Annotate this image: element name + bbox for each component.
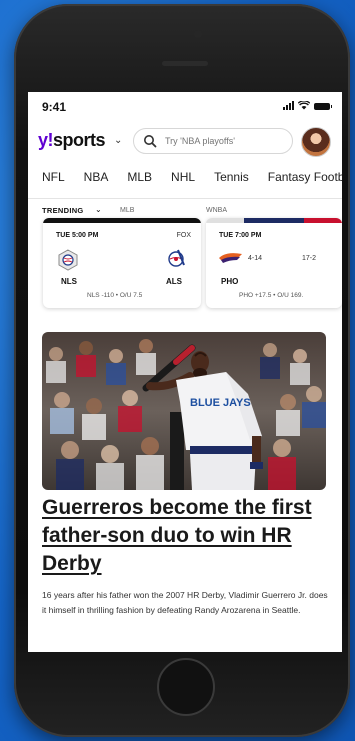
tab-fantasy-football[interactable]: Fantasy Footb <box>268 170 342 184</box>
game-odds: NLS -110 • O/U 7.5 <box>87 292 143 299</box>
card-accent-bar <box>43 218 201 223</box>
mercury-team-logo-icon <box>219 253 242 263</box>
app-header: y!sports ⌄ <box>28 124 342 160</box>
front-camera <box>194 30 202 38</box>
phone-screen: 9:41 y!sports ⌄ NFLNBAMLBNH <box>28 92 342 652</box>
article-summary: 16 years after his father won the 2007 H… <box>42 590 328 615</box>
home-team-record: 17-2 <box>302 255 317 262</box>
status-bar: 9:41 <box>28 92 342 120</box>
tab-mlb[interactable]: MLB <box>127 170 152 184</box>
avatar[interactable] <box>301 127 331 157</box>
home-team-abbr: ALS <box>166 277 182 286</box>
sports-nav: NFL NBA MLB NHL Tennis Fantasy Footb <box>28 168 342 192</box>
game-odds: PHO +17.5 • O/U 169. <box>239 292 304 299</box>
status-icons <box>283 101 332 110</box>
yahoo-sports-logo[interactable]: y!sports <box>38 130 106 151</box>
game-card-wnba[interactable]: TUE 7:00 PM 4-14 17-2 PHO PHO +17.5 • O/… <box>206 218 342 308</box>
away-team-record: 4-14 <box>248 255 263 262</box>
battery-icon <box>314 103 332 110</box>
tv-network: FOX <box>176 232 191 239</box>
trending-chevron-icon[interactable]: ⌄ <box>95 205 102 214</box>
nl-team-logo-icon <box>58 249 78 271</box>
signal-icon <box>283 101 294 110</box>
jersey-text: BLUE JAYS <box>190 397 251 409</box>
chevron-down-icon[interactable]: ⌄ <box>114 135 122 146</box>
home-button[interactable] <box>157 658 215 716</box>
article-headline[interactable]: Guerreros become the first father-son du… <box>42 494 332 578</box>
tab-nhl[interactable]: NHL <box>171 170 195 184</box>
tab-tennis[interactable]: Tennis <box>214 170 249 184</box>
league-label-mlb: MLB <box>120 207 135 214</box>
search-input[interactable] <box>163 135 287 147</box>
article-hero-image[interactable]: BLUE JAYS <box>42 332 326 490</box>
game-time: TUE 5:00 PM <box>56 232 99 239</box>
search-bar[interactable] <box>133 128 293 154</box>
wifi-icon <box>298 101 310 110</box>
al-team-logo-icon <box>168 249 185 267</box>
search-icon <box>144 135 157 148</box>
baseball-player-photo: BLUE JAYS <box>42 332 326 490</box>
status-time: 9:41 <box>42 100 67 114</box>
game-card-mlb[interactable]: TUE 5:00 PM FOX NLS ALS NLS -110 • O/U 7… <box>43 218 201 308</box>
earpiece-speaker <box>162 61 208 66</box>
game-time: TUE 7:00 PM <box>219 232 262 239</box>
league-label-wnba: WNBA <box>206 207 227 214</box>
away-team-abbr: NLS <box>61 277 77 286</box>
tab-nba[interactable]: NBA <box>84 170 109 184</box>
tab-nfl[interactable]: NFL <box>42 170 65 184</box>
trending-label[interactable]: TRENDING <box>42 206 84 215</box>
nav-divider <box>28 198 342 199</box>
away-team-abbr: PHO <box>221 277 239 286</box>
logo-text: sports <box>53 130 106 150</box>
card-accent-bar <box>206 218 342 223</box>
logo-mark: y! <box>38 130 54 150</box>
trending-row: TRENDING ⌄ MLB WNBA <box>28 204 342 218</box>
